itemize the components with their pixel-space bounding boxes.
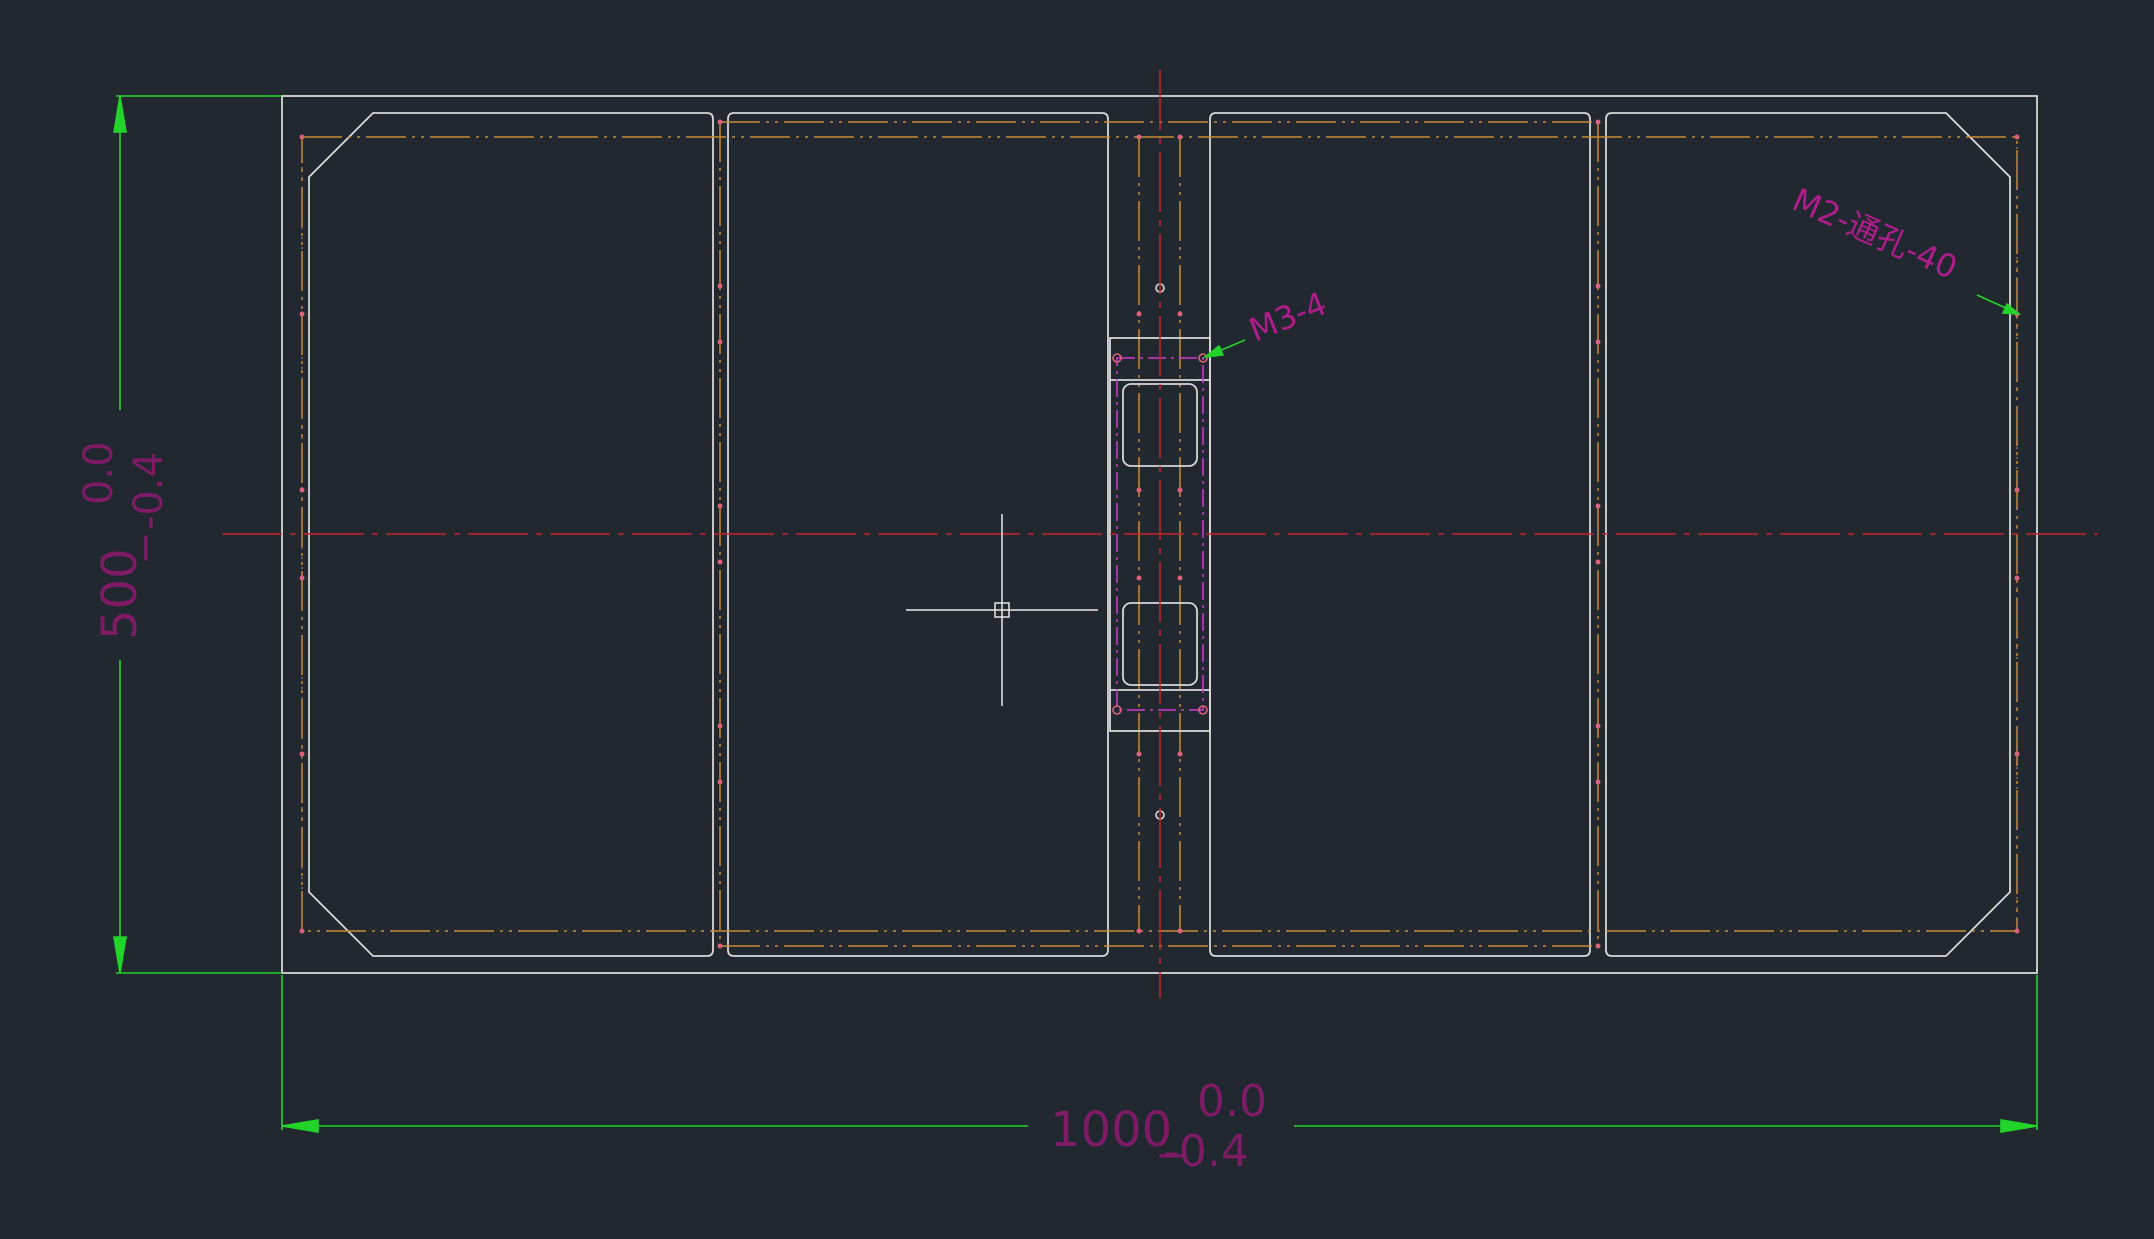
width-dim-upper-tolerance: 0.0 (1197, 1076, 1267, 1127)
width-dim-lower-tolerance: -0.4 (1163, 1126, 1249, 1177)
cad-drawing: 1000 _ 0.0 -0.4 500 _ 0.0 -0.4 M3-4 M2-通… (0, 0, 2154, 1239)
height-dim-main: 500 (92, 548, 148, 640)
height-dim-underscore: _ (92, 535, 148, 561)
height-dim-upper-tolerance: 0.0 (76, 441, 122, 505)
width-dim-main: 1000 (1050, 1102, 1172, 1158)
height-dim-lower-tolerance: -0.4 (126, 452, 172, 530)
